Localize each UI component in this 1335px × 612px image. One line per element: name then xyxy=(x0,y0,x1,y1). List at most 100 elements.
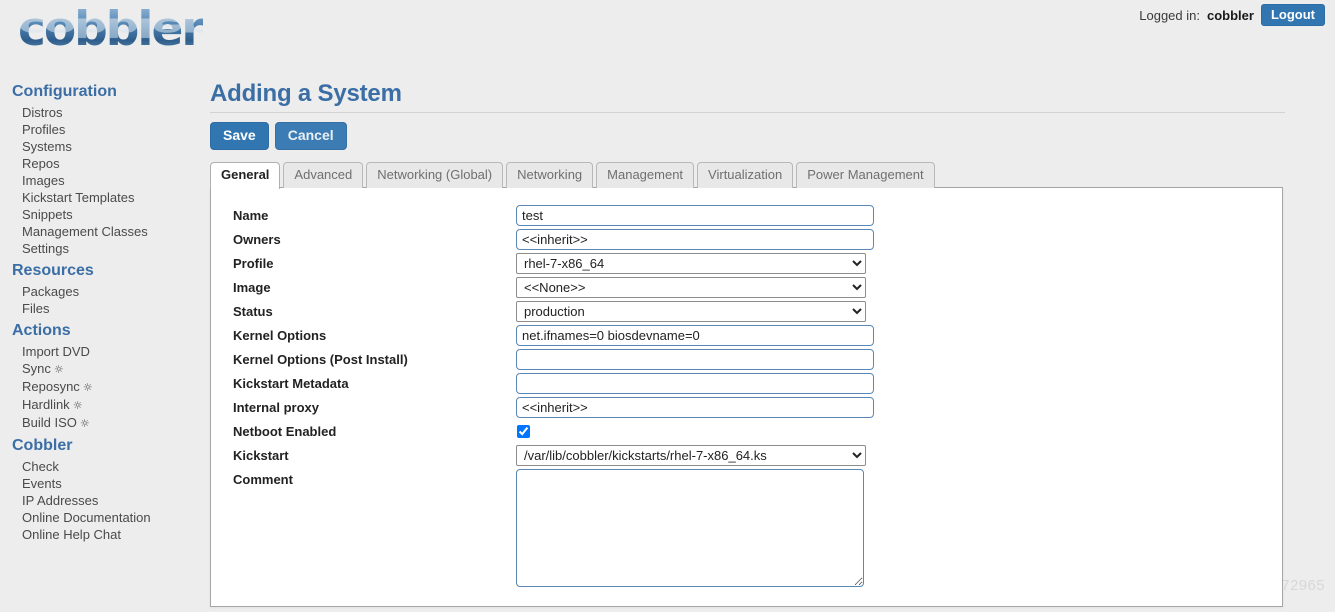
owners-input[interactable] xyxy=(516,229,874,250)
sidebar-navigation: Configuration Distros Profiles Systems Repos… xyxy=(0,80,195,545)
profile-select[interactable]: rhel-7-x86_64 xyxy=(516,253,866,274)
main-content: Adding a System Save Cancel General Advan… xyxy=(210,80,1290,607)
sidebar-item-label: Systems xyxy=(22,139,72,154)
field-row-kernel-options: Kernel Options xyxy=(211,325,1282,349)
internal-proxy-input[interactable] xyxy=(516,397,874,418)
field-row-status: Status production xyxy=(211,301,1282,325)
sidebar-item-online-help-chat[interactable]: Online Help Chat xyxy=(0,526,195,543)
control-internal-proxy xyxy=(516,397,874,418)
kernel-options-post-input[interactable] xyxy=(516,349,874,370)
field-row-image: Image <<None>> xyxy=(211,277,1282,301)
name-input[interactable] xyxy=(516,205,874,226)
label-kickstart-metadata: Kickstart Metadata xyxy=(233,376,349,391)
sidebar-heading: Actions xyxy=(12,322,71,339)
sidebar-item-label: Settings xyxy=(22,241,69,256)
control-owners xyxy=(516,229,874,250)
sidebar-item-label: Profiles xyxy=(22,122,66,137)
sidebar-item-distros[interactable]: Distros xyxy=(0,104,195,121)
sidebar-item-files[interactable]: Files xyxy=(0,300,195,317)
control-comment xyxy=(516,469,864,587)
image-select[interactable]: <<None>> xyxy=(516,277,866,298)
field-row-comment: Comment xyxy=(211,469,1282,587)
field-row-kernel-options-post: Kernel Options (Post Install) xyxy=(211,349,1282,373)
sidebar-item-reposync[interactable]: Reposync ☼ xyxy=(0,378,195,396)
label-internal-proxy: Internal proxy xyxy=(233,400,319,415)
sidebar-item-snippets[interactable]: Snippets xyxy=(0,206,195,223)
label-image: Image xyxy=(233,280,271,295)
sidebar-item-ip-addresses[interactable]: IP Addresses xyxy=(0,492,195,509)
logout-button[interactable]: Logout xyxy=(1260,4,1325,26)
status-select[interactable]: production xyxy=(516,301,866,322)
sidebar-item-build-iso[interactable]: Build ISO ☼ xyxy=(0,414,195,432)
sidebar-item-label: Repos xyxy=(22,156,60,171)
sidebar-item-packages[interactable]: Packages xyxy=(0,283,195,300)
sidebar-item-label: Management Classes xyxy=(22,224,148,239)
sidebar-item-events[interactable]: Events xyxy=(0,475,195,492)
sidebar-item-profiles[interactable]: Profiles xyxy=(0,121,195,138)
field-row-kickstart-metadata: Kickstart Metadata xyxy=(211,373,1282,397)
sidebar-item-label: Check xyxy=(22,459,59,474)
sidebar-item-label: Online Help Chat xyxy=(22,527,121,542)
logged-in-username: cobbler xyxy=(1206,7,1254,23)
tab-power-management[interactable]: Power Management xyxy=(796,162,935,188)
sidebar-item-label: Hardlink xyxy=(22,397,70,412)
tab-networking-global[interactable]: Networking (Global) xyxy=(366,162,504,188)
control-name xyxy=(516,205,874,226)
field-row-internal-proxy: Internal proxy xyxy=(211,397,1282,421)
tab-management[interactable]: Management xyxy=(596,162,695,188)
kickstart-select[interactable]: /var/lib/cobbler/kickstarts/rhel-7-x86_6… xyxy=(516,445,866,466)
general-tab-panel: Name Owners Profile rhel-7-x86_64 xyxy=(210,187,1283,607)
kernel-options-input[interactable] xyxy=(516,325,874,346)
sidebar-item-systems[interactable]: Systems xyxy=(0,138,195,155)
control-kernel-options-post xyxy=(516,349,874,370)
field-row-profile: Profile rhel-7-x86_64 xyxy=(211,253,1282,277)
field-row-name: Name xyxy=(211,205,1282,229)
control-image: <<None>> xyxy=(516,277,866,298)
sidebar-item-hardlink[interactable]: Hardlink ☼ xyxy=(0,396,195,414)
kickstart-metadata-input[interactable] xyxy=(516,373,874,394)
comment-textarea[interactable] xyxy=(516,469,864,587)
sidebar-item-label: Reposync xyxy=(22,379,80,394)
tab-bar: General Advanced Networking (Global) Networ… xyxy=(210,161,1290,189)
cobbler-logo[interactable]: cobbler cobbler xyxy=(10,2,205,72)
sidebar-item-label: Kickstart Templates xyxy=(22,190,135,205)
sidebar-item-label: IP Addresses xyxy=(22,493,99,508)
sidebar-item-label: Online Documentation xyxy=(22,510,151,525)
page-title: Adding a System xyxy=(210,80,402,107)
sidebar-item-import-dvd[interactable]: Import DVD xyxy=(0,343,195,360)
sidebar-heading: Configuration xyxy=(12,83,117,100)
sidebar-item-label: Images xyxy=(22,173,65,188)
sidebar-item-label: Import DVD xyxy=(22,344,90,359)
form-action-buttons: Save Cancel xyxy=(210,122,1290,150)
tab-networking[interactable]: Networking xyxy=(506,162,594,188)
label-owners: Owners xyxy=(233,232,281,247)
save-button[interactable]: Save xyxy=(210,122,269,150)
gear-icon: ☼ xyxy=(53,363,64,376)
tab-advanced[interactable]: Advanced xyxy=(283,162,364,188)
control-profile: rhel-7-x86_64 xyxy=(516,253,866,274)
sidebar-item-repos[interactable]: Repos xyxy=(0,155,195,172)
gear-icon: ☼ xyxy=(79,417,90,430)
field-row-kickstart: Kickstart /var/lib/cobbler/kickstarts/rh… xyxy=(211,445,1282,469)
login-status: Logged in: cobbler Logout xyxy=(1139,4,1325,26)
netboot-enabled-checkbox[interactable] xyxy=(517,425,530,438)
cancel-button[interactable]: Cancel xyxy=(274,122,347,150)
label-kernel-options-post: Kernel Options (Post Install) xyxy=(233,352,408,367)
control-kickstart: /var/lib/cobbler/kickstarts/rhel-7-x86_6… xyxy=(516,445,866,466)
logo-text-reflection: cobbler xyxy=(18,11,203,42)
sidebar-item-settings[interactable]: Settings xyxy=(0,240,195,257)
label-status: Status xyxy=(233,304,273,319)
tab-virtualization[interactable]: Virtualization xyxy=(697,162,794,188)
logged-in-label: Logged in: xyxy=(1139,7,1200,23)
sidebar-item-kickstart-templates[interactable]: Kickstart Templates xyxy=(0,189,195,206)
sidebar-item-management-classes[interactable]: Management Classes xyxy=(0,223,195,240)
sidebar-item-online-documentation[interactable]: Online Documentation xyxy=(0,509,195,526)
sidebar-heading: Resources xyxy=(12,262,94,279)
sidebar-group: Resources Packages Files xyxy=(0,259,195,317)
sidebar-item-sync[interactable]: Sync ☼ xyxy=(0,360,195,378)
tab-general[interactable]: General xyxy=(210,162,281,189)
sidebar-group: Actions Import DVD Sync ☼ Reposync ☼ Hardlink ☼… xyxy=(0,319,195,432)
label-profile: Profile xyxy=(233,256,274,271)
sidebar-item-images[interactable]: Images xyxy=(0,172,195,189)
sidebar-item-check[interactable]: Check xyxy=(0,458,195,475)
